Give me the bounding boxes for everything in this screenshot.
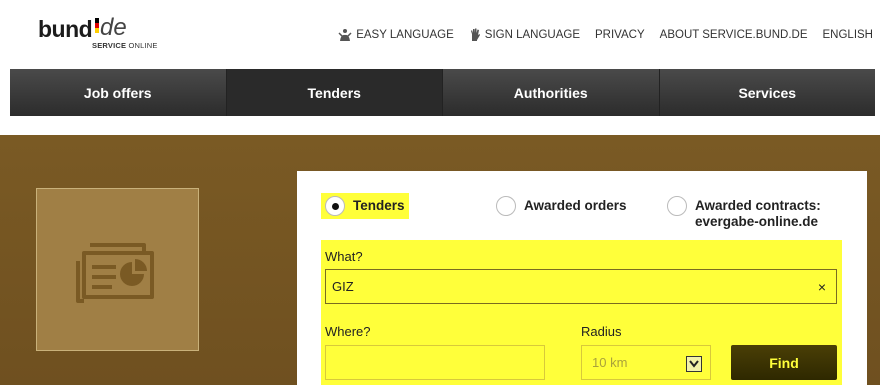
presentation-icon	[75, 242, 154, 303]
language-link[interactable]: ENGLISH	[823, 29, 874, 41]
radio-tenders-label: Tenders	[353, 198, 405, 213]
where-label: Where?	[325, 324, 371, 339]
logo-suffix: de	[100, 14, 127, 41]
what-input-value: GIZ	[332, 279, 354, 294]
search-type-options: Tenders Awarded orders Awarded contracts…	[321, 193, 861, 233]
language-label: ENGLISH	[822, 29, 874, 41]
radio-circle	[496, 196, 516, 216]
radius-value: 10 km	[592, 355, 628, 370]
easy-language-link[interactable]: EASY LANGUAGE	[338, 28, 454, 42]
easy-language-label: EASY LANGUAGE	[356, 29, 454, 41]
chevron-down-icon[interactable]	[686, 356, 702, 372]
radio-circle	[667, 196, 687, 216]
tab-job-offers[interactable]: Job offers	[10, 69, 227, 116]
radius-label: Radius	[581, 324, 622, 339]
bund-de-logo[interactable]: bund de SERVICE ONLINE	[38, 14, 188, 52]
radius-select[interactable]: 10 km	[581, 345, 711, 380]
tab-tenders[interactable]: Tenders	[226, 69, 443, 116]
easy-language-icon	[338, 29, 352, 41]
logo-word: bund	[38, 16, 93, 42]
sign-language-link[interactable]: SIGN LANGUAGE	[469, 28, 580, 42]
find-button[interactable]: Find	[731, 345, 837, 380]
tab-authorities[interactable]: Authorities	[443, 69, 660, 116]
about-link[interactable]: ABOUT SERVICE.BUND.DE	[660, 29, 808, 41]
radio-awarded-orders-label: Awarded orders	[524, 198, 627, 213]
clear-icon[interactable]: ×	[818, 279, 826, 295]
flag-icon	[95, 18, 99, 33]
search-form: What? GIZ × Where? Radius 10 km Find	[321, 240, 842, 385]
where-input[interactable]	[325, 345, 545, 380]
logo-subtitle: SERVICE ONLINE	[92, 41, 158, 50]
sign-language-icon	[470, 28, 480, 41]
radio-awarded-orders[interactable]: Awarded orders	[496, 196, 627, 216]
what-label: What?	[325, 249, 363, 264]
tab-services[interactable]: Services	[659, 69, 875, 116]
search-panel: Tenders Awarded orders Awarded contracts…	[297, 171, 867, 385]
radio-circle	[325, 196, 345, 216]
main-navigation: Job offers Tenders Authorities Services	[10, 69, 875, 116]
top-navigation: EASY LANGUAGE SIGN LANGUAGE PRIVACY ABOU…	[323, 28, 873, 42]
radio-awarded-contracts-label: Awarded contracts: evergabe-online.de	[695, 198, 821, 229]
radio-tenders[interactable]: Tenders	[321, 193, 409, 219]
privacy-label: PRIVACY	[595, 29, 645, 41]
tenders-tile	[36, 188, 199, 351]
about-label: ABOUT SERVICE.BUND.DE	[659, 29, 808, 41]
sign-language-label: SIGN LANGUAGE	[484, 29, 581, 41]
what-input[interactable]: GIZ ×	[325, 269, 837, 304]
radio-awarded-contracts[interactable]: Awarded contracts: evergabe-online.de	[667, 196, 821, 230]
header: bund de SERVICE ONLINE EASY LANGUAGE SIG…	[0, 0, 880, 62]
privacy-link[interactable]: PRIVACY	[595, 29, 645, 41]
